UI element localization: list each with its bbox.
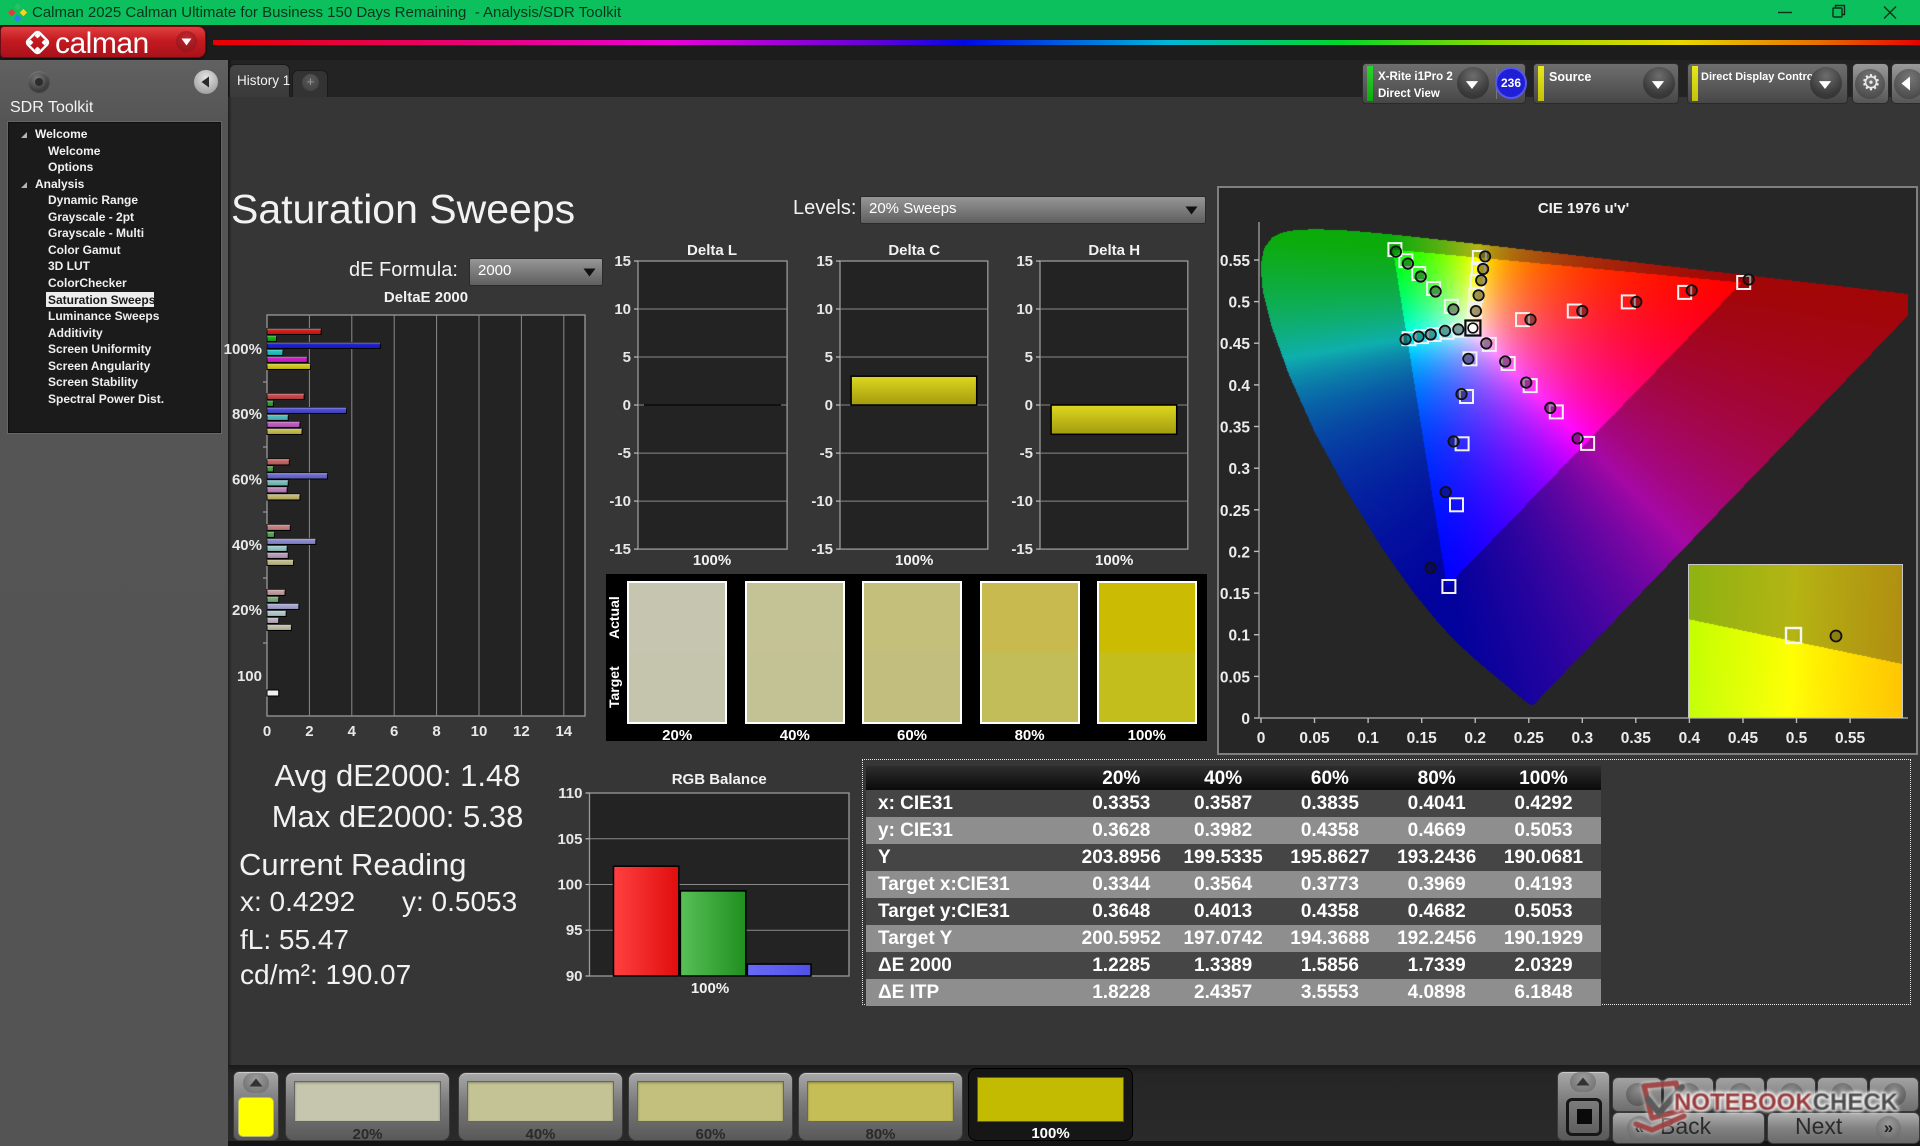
svg-text:0.45: 0.45 bbox=[1220, 336, 1251, 353]
svg-text:0.25: 0.25 bbox=[1514, 730, 1545, 747]
svg-text:10: 10 bbox=[471, 723, 488, 740]
svg-text:10: 10 bbox=[817, 301, 834, 318]
svg-text:-5: -5 bbox=[1020, 445, 1033, 462]
svg-text:0.55: 0.55 bbox=[1220, 253, 1251, 270]
svg-text:4: 4 bbox=[348, 723, 357, 740]
svg-text:0.4: 0.4 bbox=[1228, 378, 1250, 395]
svg-text:110: 110 bbox=[558, 785, 582, 802]
svg-text:10: 10 bbox=[614, 301, 631, 318]
svg-text:0: 0 bbox=[1025, 397, 1033, 414]
svg-text:0.35: 0.35 bbox=[1220, 420, 1251, 437]
svg-text:0: 0 bbox=[263, 723, 271, 740]
svg-text:0.4: 0.4 bbox=[1679, 730, 1701, 747]
svg-text:0.05: 0.05 bbox=[1299, 730, 1330, 747]
svg-text:0: 0 bbox=[1257, 730, 1266, 747]
svg-text:6: 6 bbox=[390, 723, 398, 740]
svg-text:5: 5 bbox=[622, 349, 630, 366]
svg-text:105: 105 bbox=[557, 831, 582, 848]
svg-text:0.1: 0.1 bbox=[1228, 628, 1250, 645]
svg-text:15: 15 bbox=[817, 253, 834, 270]
svg-text:12: 12 bbox=[513, 723, 530, 740]
svg-text:0: 0 bbox=[1241, 711, 1250, 728]
svg-text:0.5: 0.5 bbox=[1786, 730, 1808, 747]
svg-text:-15: -15 bbox=[1012, 541, 1034, 558]
svg-text:-10: -10 bbox=[609, 493, 631, 510]
svg-text:15: 15 bbox=[614, 253, 631, 270]
svg-text:0.15: 0.15 bbox=[1220, 586, 1251, 603]
svg-text:100: 100 bbox=[557, 877, 582, 894]
svg-text:0.15: 0.15 bbox=[1407, 730, 1438, 747]
svg-text:0.25: 0.25 bbox=[1220, 503, 1251, 520]
svg-text:2: 2 bbox=[305, 723, 313, 740]
svg-text:100: 100 bbox=[237, 668, 262, 685]
svg-text:0.3: 0.3 bbox=[1228, 461, 1250, 478]
svg-text:14: 14 bbox=[555, 723, 572, 740]
svg-text:0: 0 bbox=[622, 397, 630, 414]
svg-text:-10: -10 bbox=[812, 493, 834, 510]
svg-text:10: 10 bbox=[1017, 301, 1034, 318]
svg-text:60%: 60% bbox=[232, 472, 262, 489]
svg-text:0: 0 bbox=[825, 397, 833, 414]
svg-text:-5: -5 bbox=[617, 445, 630, 462]
svg-text:-15: -15 bbox=[812, 541, 834, 558]
svg-text:90: 90 bbox=[566, 968, 583, 985]
svg-text:0.05: 0.05 bbox=[1220, 669, 1251, 686]
svg-text:100%: 100% bbox=[224, 341, 262, 358]
svg-text:5: 5 bbox=[825, 349, 833, 366]
svg-text:0.1: 0.1 bbox=[1357, 730, 1379, 747]
svg-text:0.5: 0.5 bbox=[1228, 295, 1250, 312]
svg-text:15: 15 bbox=[1017, 253, 1034, 270]
svg-text:-5: -5 bbox=[820, 445, 833, 462]
svg-text:-15: -15 bbox=[609, 541, 631, 558]
svg-text:20%: 20% bbox=[232, 602, 262, 619]
svg-text:8: 8 bbox=[432, 723, 440, 740]
svg-text:40%: 40% bbox=[232, 537, 262, 554]
svg-text:95: 95 bbox=[566, 922, 583, 939]
svg-text:0.3: 0.3 bbox=[1572, 730, 1594, 747]
svg-text:80%: 80% bbox=[232, 406, 262, 423]
svg-text:5: 5 bbox=[1025, 349, 1033, 366]
svg-text:0.55: 0.55 bbox=[1835, 730, 1866, 747]
svg-text:-10: -10 bbox=[1012, 493, 1034, 510]
svg-text:0.45: 0.45 bbox=[1728, 730, 1759, 747]
svg-text:0.2: 0.2 bbox=[1464, 730, 1486, 747]
svg-text:0.2: 0.2 bbox=[1228, 544, 1250, 561]
svg-text:0.35: 0.35 bbox=[1621, 730, 1652, 747]
